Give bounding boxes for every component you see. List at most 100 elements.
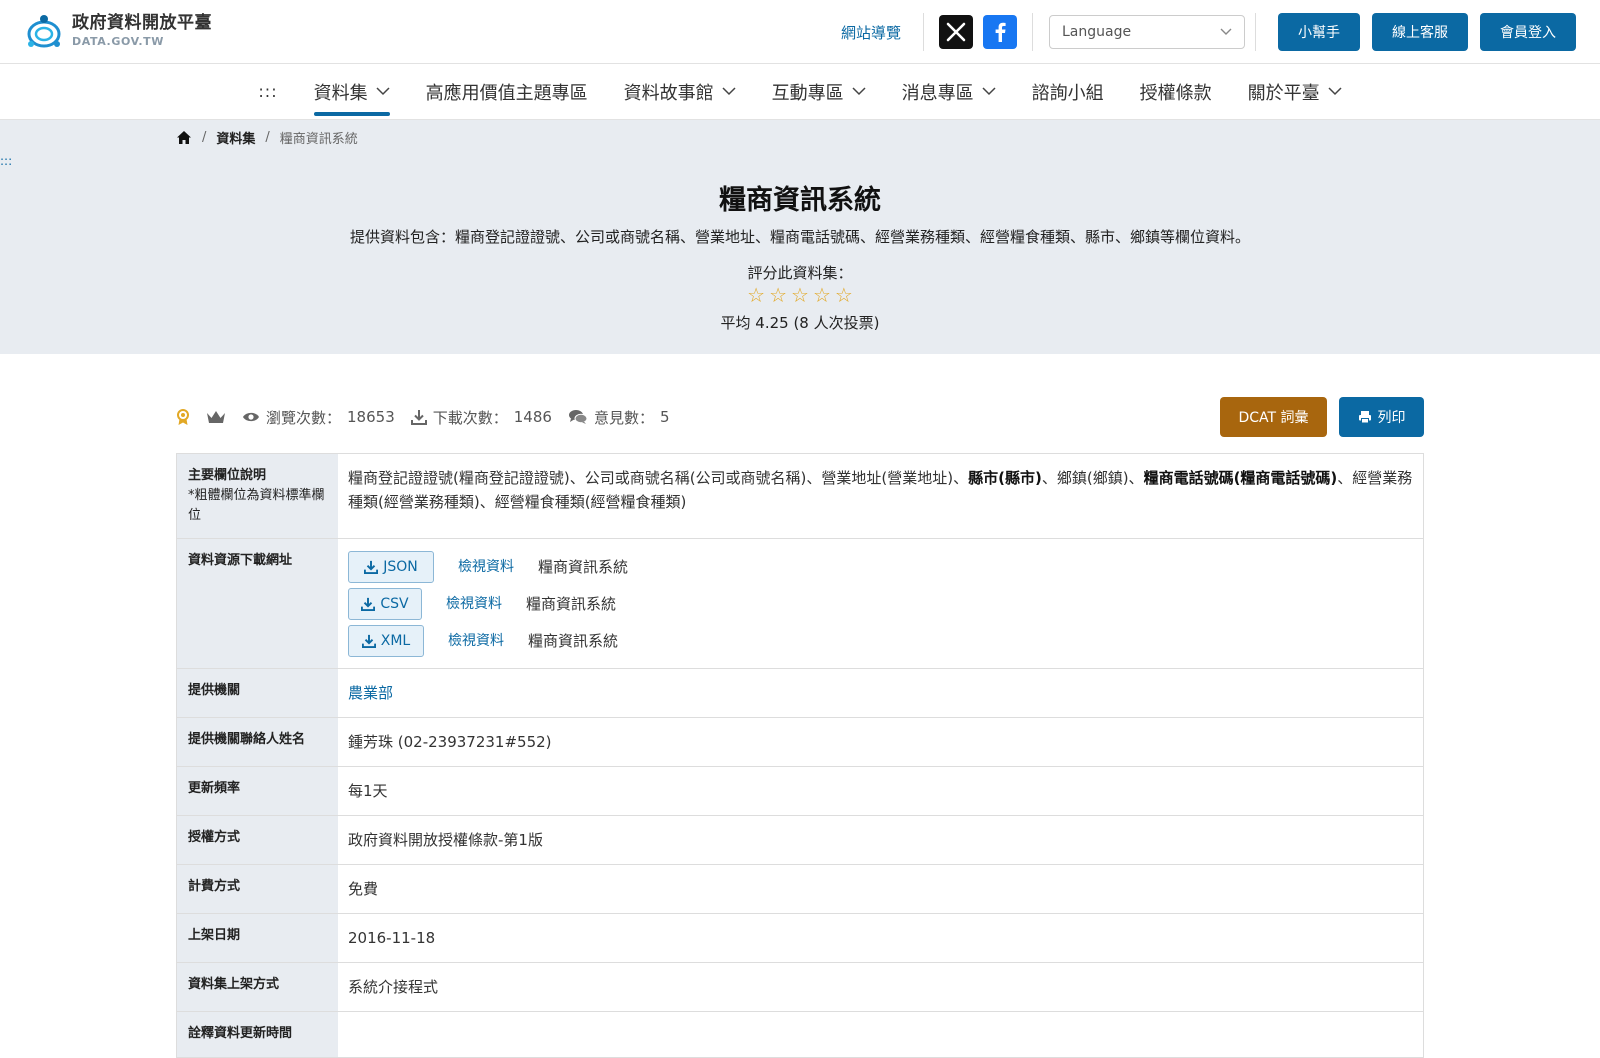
breadcrumb-datasets[interactable]: 資料集 <box>216 128 255 147</box>
row-label: 主要欄位說明 *粗體欄位為資料標準欄位 <box>177 454 338 539</box>
row-label: 詮釋資料更新時間 <box>177 1012 338 1057</box>
site-logo[interactable]: 政府資料開放平臺 DATA.GOV.TW <box>24 13 212 51</box>
star-icon[interactable]: ☆ <box>813 284 831 306</box>
downloads-label: 下載次數： <box>432 408 508 427</box>
row-value: 鍾芳珠 (02-23937231#552) <box>348 733 552 752</box>
breadcrumb-current: 糧商資訊系統 <box>279 132 358 147</box>
table-row: 提供機關聯絡人姓名 鍾芳珠 (02-23937231#552) <box>177 718 1423 768</box>
fields-note: *粗體欄位為資料標準欄位 <box>188 488 325 524</box>
row-label: 上架日期 <box>177 914 338 963</box>
row-label: 計費方式 <box>177 865 338 914</box>
star-icon[interactable]: ☆ <box>747 284 765 306</box>
crown-item <box>206 410 226 425</box>
resource-name: 糧商資訊系統 <box>538 558 629 577</box>
facebook-icon[interactable] <box>983 15 1017 49</box>
divider <box>1032 13 1033 51</box>
view-data-link[interactable]: 檢視資料 <box>446 593 502 615</box>
format-label: JSON <box>383 559 418 576</box>
downloads-count: 1486 <box>513 408 552 426</box>
provider-link[interactable]: 農業部 <box>348 684 393 702</box>
breadcrumb-separator: / <box>202 130 207 145</box>
table-row: 主要欄位說明 *粗體欄位為資料標準欄位 糧商登記證證號(糧商登記證證號)、公司或… <box>177 454 1423 540</box>
row-label: 更新頻率 <box>177 767 338 816</box>
nav-item-advisory[interactable]: 諮詢小組 <box>1014 64 1122 120</box>
resource-item: XML 檢視資料 糧商資訊系統 <box>348 625 1413 658</box>
nav-item-label: 互動專區 <box>771 82 844 104</box>
views-label: 瀏覽次數： <box>266 408 342 427</box>
breadcrumb-separator: / <box>265 130 270 145</box>
download-json-button[interactable]: JSON <box>348 551 434 584</box>
row-value: 2016-11-18 <box>348 929 436 948</box>
nav-item-label: 消息專區 <box>901 82 974 104</box>
view-data-link[interactable]: 檢視資料 <box>458 556 514 578</box>
row-value: 政府資料開放授權條款-第1版 <box>348 831 543 850</box>
dcat-button[interactable]: DCAT 詞彙 <box>1220 397 1327 437</box>
resource-item: JSON 檢視資料 糧商資訊系統 <box>348 551 1413 584</box>
nav-item-interaction[interactable]: 互動專區 <box>754 64 884 120</box>
print-label: 列印 <box>1377 410 1406 426</box>
nav-item-news[interactable]: 消息專區 <box>884 64 1014 120</box>
language-select[interactable]: Language <box>1049 15 1245 49</box>
rating-average: 平均 4.25 (8 人次投票) <box>720 314 880 332</box>
nav-item-about[interactable]: 關於平臺 <box>1230 64 1360 120</box>
sitemap-link[interactable]: 網站導覽 <box>841 22 901 43</box>
print-button[interactable]: 列印 <box>1339 397 1424 437</box>
table-row: 授權方式 政府資料開放授權條款-第1版 <box>177 816 1423 866</box>
resource-item: CSV 檢視資料 糧商資訊系統 <box>348 588 1413 621</box>
accesskey-anchor[interactable]: ::: <box>240 82 295 101</box>
nav-item-high-value[interactable]: 高應用價值主題專區 <box>408 64 606 120</box>
chevron-down-icon <box>982 87 996 96</box>
table-row: 提供機關 農業部 <box>177 669 1423 719</box>
nav-item-label: 授權條款 <box>1139 82 1212 104</box>
chevron-down-icon <box>376 87 390 96</box>
divider <box>1255 13 1256 51</box>
chevron-down-icon <box>852 87 866 96</box>
logo-subtitle: DATA.GOV.TW <box>72 35 164 49</box>
downloads-stat: 下載次數： 1486 <box>410 407 552 428</box>
top-header: 政府資料開放平臺 DATA.GOV.TW 網站導覽 Language 小幫手 線… <box>0 0 1600 64</box>
comments-stat: 意見數： 5 <box>568 407 670 428</box>
nav-item-datasets[interactable]: 資料集 <box>296 64 408 120</box>
row-label: 資料集上架方式 <box>177 963 338 1012</box>
nav-item-label: 關於平臺 <box>1247 82 1320 104</box>
dataset-description: 提供資料包含：糧商登記證證號、公司或商號名稱、營業地址、糧商電話號碼、經營業務種… <box>349 228 1250 246</box>
download-xml-button[interactable]: XML <box>348 625 424 658</box>
row-label: 資料資源下載網址 <box>177 539 338 669</box>
online-service-button[interactable]: 線上客服 <box>1372 13 1468 51</box>
member-login-button[interactable]: 會員登入 <box>1480 13 1576 51</box>
nav-item-license[interactable]: 授權條款 <box>1122 64 1230 120</box>
content-anchor[interactable]: ::: <box>0 154 12 168</box>
view-data-link[interactable]: 檢視資料 <box>448 630 504 652</box>
star-icon[interactable]: ☆ <box>791 284 809 306</box>
home-icon[interactable] <box>176 130 192 145</box>
comments-count: 5 <box>659 408 670 426</box>
nav-item-label: 諮詢小組 <box>1031 82 1104 104</box>
nav-item-label: 高應用價值主題專區 <box>425 82 588 104</box>
nav-item-label: 資料集 <box>313 82 368 104</box>
divider <box>923 13 924 51</box>
row-label: 提供機關 <box>177 669 338 718</box>
resources-value: JSON 檢視資料 糧商資訊系統 CSV 檢視資料 糧商資訊系統 XML 檢視資… <box>338 539 1423 668</box>
x-twitter-icon[interactable] <box>939 15 973 49</box>
dataset-hero: / 資料集 / 糧商資訊系統 ::: 糧商資訊系統 提供資料包含：糧商登記證證號… <box>0 120 1600 354</box>
comments-icon <box>568 410 588 424</box>
fields-value: 糧商登記證證號(糧商登記證證號)、公司或商號名稱(公司或商號名稱)、營業地址(營… <box>338 454 1423 538</box>
download-csv-button[interactable]: CSV <box>348 588 422 621</box>
table-row: 資料集上架方式 系統介接程式 <box>177 963 1423 1013</box>
table-row: 上架日期 2016-11-18 <box>177 914 1423 964</box>
nav-item-data-stories[interactable]: 資料故事館 <box>606 64 754 120</box>
download-icon <box>364 561 379 575</box>
logo-icon <box>24 13 64 51</box>
resource-name: 糧商資訊系統 <box>526 595 617 614</box>
language-select-value: Language <box>1062 24 1132 40</box>
star-icon[interactable]: ☆ <box>769 284 787 306</box>
star-icon[interactable]: ☆ <box>835 284 853 306</box>
award-badge-icon <box>177 408 189 425</box>
table-row: 更新頻率 每1天 <box>177 767 1423 817</box>
views-stat: 瀏覽次數： 18653 <box>242 407 395 428</box>
eye-icon <box>243 412 259 422</box>
helper-button[interactable]: 小幫手 <box>1278 13 1360 51</box>
row-value <box>338 1012 1423 1056</box>
main-nav: ::: 資料集 高應用價值主題專區 資料故事館 互動專區 消息專區 諮詢小組 授… <box>0 64 1600 120</box>
table-row: 詮釋資料更新時間 <box>177 1012 1423 1058</box>
